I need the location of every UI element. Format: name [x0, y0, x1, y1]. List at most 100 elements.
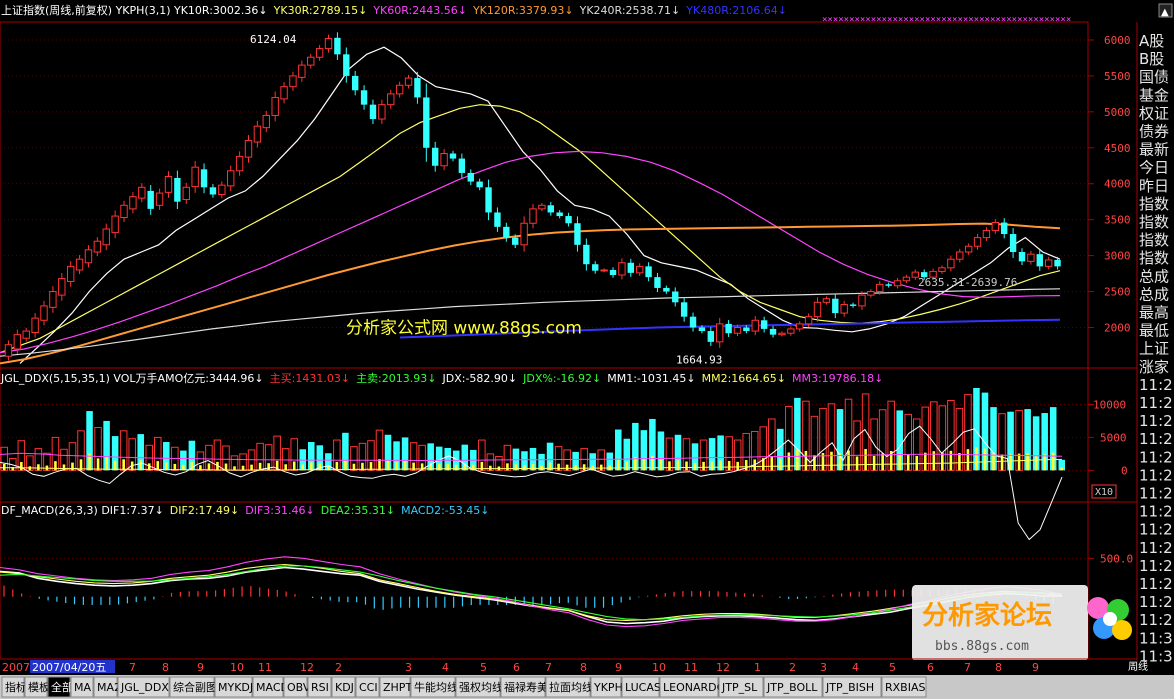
- toolbar-tab-label[interactable]: MYKDJ: [218, 681, 253, 694]
- toolbar-tab[interactable]: KDJ: [331, 676, 356, 698]
- toolbar-tab[interactable]: RSI: [307, 676, 332, 698]
- toolbar-tab[interactable]: JTP_SL: [718, 676, 764, 698]
- volume-subbar: [207, 463, 211, 471]
- time-label: 2: [335, 661, 342, 674]
- toolbar-tab[interactable]: 模板: [24, 676, 50, 698]
- side-label: 11:3: [1139, 629, 1173, 647]
- forum-logo-url: bbs.88gs.com: [935, 639, 1029, 654]
- volume-subbar: [975, 447, 978, 471]
- toolbar-tab[interactable]: MA: [70, 676, 94, 698]
- toolbar-tab-label[interactable]: MA: [74, 681, 91, 694]
- side-label: 11:2: [1139, 611, 1173, 629]
- side-label: 11:2: [1139, 539, 1173, 557]
- volume-subbar: [864, 448, 867, 471]
- toolbar-tab-label[interactable]: LEONARDO: [663, 681, 726, 694]
- toolbar-tab-label[interactable]: LUCAS: [625, 681, 661, 694]
- toolbar-tab[interactable]: YKPH: [590, 676, 623, 698]
- toolbar-tab[interactable]: MYKDJ: [214, 676, 253, 698]
- time-label: 8: [162, 661, 169, 674]
- volume-subbar: [446, 464, 450, 471]
- toolbar-tab[interactable]: LUCAS: [621, 676, 661, 698]
- time-label: 8: [580, 661, 587, 674]
- time-label: 5: [889, 661, 896, 674]
- toolbar-tab-label[interactable]: KDJ: [335, 681, 354, 694]
- toolbar-tab-label[interactable]: 全部: [51, 680, 73, 694]
- toolbar-tab[interactable]: 全部: [47, 676, 73, 698]
- side-label: 涨家: [1139, 358, 1169, 376]
- toolbar-tab-label[interactable]: 福禄寿美: [504, 680, 548, 694]
- toolbar-tab[interactable]: 福禄寿美: [500, 676, 548, 698]
- toolbar-tab-label[interactable]: 综合副图: [173, 680, 217, 694]
- toolbar-tab[interactable]: 强权均线: [455, 676, 503, 698]
- toolbar-tab[interactable]: ZHPT: [379, 676, 412, 698]
- volume-subbar: [267, 463, 270, 471]
- price-indicator-header: 上证指数(周线,前复权) YKPH(3,1) YK10R:3002.36↓ YK3…: [1, 3, 787, 17]
- time-label: 6: [927, 661, 934, 674]
- toolbar-tab-label[interactable]: JGL_DDX: [120, 681, 169, 694]
- volume-subbar: [37, 464, 40, 471]
- volume-subbar: [958, 453, 961, 471]
- volume-subbar: [139, 460, 143, 471]
- toolbar-tab[interactable]: MA2: [93, 676, 121, 698]
- toolbar-tab[interactable]: 牛能均线: [410, 676, 458, 698]
- svg-text:X10: X10: [1095, 487, 1113, 498]
- toolbar-tab-label[interactable]: MA2: [97, 681, 121, 694]
- toolbar-tab-label[interactable]: JTP_SL: [721, 681, 758, 694]
- volume-subbar: [941, 452, 944, 471]
- range-annotation: 2635.31-2639.76: [918, 276, 1017, 289]
- toolbar-tab[interactable]: 指标: [1, 676, 27, 698]
- stock-chart-canvas: 6124.04 1664.93 2635.31-2639.76 分析家公式网 w…: [0, 0, 1174, 699]
- time-label: 7: [545, 661, 552, 674]
- volume-subbar: [20, 462, 23, 471]
- side-label: 指数: [1139, 231, 1169, 249]
- volume-subbar: [54, 461, 57, 471]
- toolbar-tab-label[interactable]: YKPH: [593, 681, 623, 694]
- toolbar-tab-label[interactable]: CCI: [359, 681, 378, 694]
- volume-subbar: [983, 448, 987, 471]
- volume-subbar: [548, 462, 552, 471]
- toolbar-tab-label[interactable]: JTP_BOLL: [766, 681, 818, 694]
- toolbar-tab-label[interactable]: 强权均线: [459, 680, 503, 694]
- price-y-tick: 2500: [1104, 286, 1131, 299]
- toolbar-tab[interactable]: RXBIAS: [881, 676, 927, 698]
- time-label: 10: [652, 661, 666, 674]
- svg-text:▲[interactable]: ▲: [1161, 7, 1169, 18]
- time-label: 2007: [2, 661, 30, 674]
- volume-subbar: [437, 463, 441, 471]
- toolbar-tab[interactable]: JGL_DDX: [117, 676, 170, 698]
- toolbar-tab-label[interactable]: RXBIAS: [885, 681, 925, 694]
- toolbar-tab-label[interactable]: 拉面均线: [549, 680, 593, 694]
- volume-subbar: [292, 461, 296, 471]
- market-side-panel[interactable]: A股B股国债基金权证债券最新今日昨日指数指数指数指数总成总成最高最低上证涨家11…: [1136, 22, 1174, 672]
- time-label: 10: [230, 661, 244, 674]
- price-y-tick: 4500: [1104, 142, 1131, 155]
- high-annotation: 6124.04: [250, 33, 297, 46]
- macd-indicator-header: DF_MACD(26,3,3) DIF1:7.37↓ DIF2:17.49↓ DIF…: [1, 504, 489, 517]
- toolbar-tab-label[interactable]: ZHPT: [383, 681, 412, 694]
- volume-subbar: [582, 464, 586, 471]
- time-axis: 2007 2007/04/20五 7 8 9 10 11 12 2 3 4 5 6 7 8 9 10 11 12 1 2…: [0, 658, 1137, 674]
- side-label: 指数: [1139, 249, 1169, 267]
- period-label: 周线: [1128, 660, 1148, 673]
- toolbar-tab[interactable]: 综合副图: [169, 676, 217, 698]
- toolbar-tab-label[interactable]: 模板: [28, 680, 50, 694]
- top-right-button[interactable]: ▲: [1158, 3, 1173, 18]
- toolbar-tab[interactable]: JTP_BOLL: [763, 676, 823, 698]
- toolbar-tab[interactable]: OBV: [283, 676, 311, 698]
- toolbar-tab-label[interactable]: JTP_BISH: [825, 681, 874, 694]
- side-label: 国债: [1139, 68, 1169, 86]
- toolbar-tab-label[interactable]: OBV: [287, 681, 311, 694]
- volume-subbar: [122, 459, 125, 471]
- side-label: 11:2: [1139, 593, 1173, 611]
- volume-subbar: [250, 464, 253, 471]
- time-label: 8: [995, 661, 1002, 674]
- toolbar-tab[interactable]: 拉面均线: [545, 676, 593, 698]
- volume-subbar: [344, 459, 347, 471]
- toolbar-tab-label[interactable]: 牛能均线: [414, 680, 458, 694]
- toolbar-tab[interactable]: JTP_BISH: [822, 676, 882, 698]
- toolbar-tab[interactable]: LEONARDO: [659, 676, 726, 698]
- toolbar-tab-label[interactable]: RSI: [311, 681, 329, 694]
- toolbar-tab[interactable]: CCI: [355, 676, 380, 698]
- toolbar-tab-label[interactable]: 指标: [5, 680, 27, 694]
- macd-y-tick: 500.0: [1100, 552, 1133, 565]
